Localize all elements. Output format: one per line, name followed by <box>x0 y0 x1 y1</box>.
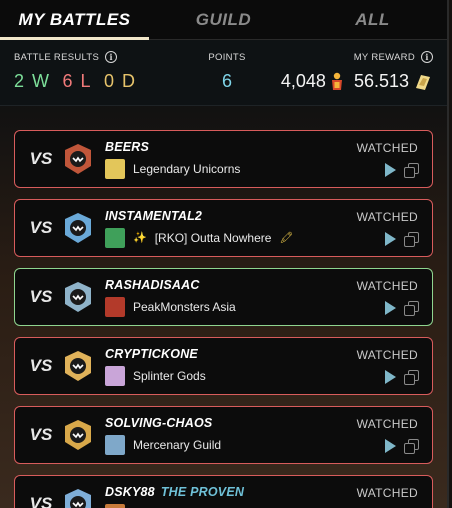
vs-label: VS <box>29 494 53 508</box>
replay-play-icon[interactable] <box>385 370 396 384</box>
opponent-avatar-icon <box>65 351 91 381</box>
battle-row[interactable]: VS INSTAMENTAL2 ✨ [RKO] Outta Nowhere 🖍 … <box>14 199 433 257</box>
player-title: THE PROVEN <box>160 484 245 499</box>
guild-crest-icon <box>105 365 125 386</box>
sps-token-icon <box>416 74 430 90</box>
stats-bar: BATTLE RESULTS i 2 W 6 L 0 D POINTS 6 MY… <box>0 40 447 106</box>
dec-token-icon <box>331 72 342 90</box>
guild-crest-icon <box>105 503 125 508</box>
draws-count: 0 D <box>104 71 137 91</box>
losses-count: 6 L <box>62 71 93 91</box>
copy-link-icon[interactable] <box>404 163 419 178</box>
guild-crest-icon <box>105 158 125 179</box>
wins-count: 2 W <box>14 71 51 91</box>
vs-label: VS <box>29 218 53 237</box>
opponent-name[interactable]: BEERS <box>105 140 149 154</box>
watched-status: WATCHED <box>356 141 418 155</box>
battle-row[interactable]: VS BEERS Legendary Unicorns WATCHED <box>14 130 433 188</box>
watched-status: WATCHED <box>356 417 418 431</box>
info-icon[interactable]: i <box>105 51 118 63</box>
tab-all[interactable]: ALL <box>298 0 447 39</box>
guild-name[interactable]: Mercenary Guild <box>133 438 221 452</box>
battle-history-panel: MY BATTLES GUILD ALL BATTLE RESULTS i 2 … <box>0 0 449 508</box>
battle-results: BATTLE RESULTS i 2 W 6 L 0 D <box>14 50 151 105</box>
copy-link-icon[interactable] <box>404 439 419 454</box>
vs-label: VS <box>29 425 53 444</box>
vs-label: VS <box>29 287 53 306</box>
dec-reward-value: 4,048 <box>280 71 326 91</box>
guild-crest-icon <box>105 296 125 317</box>
copy-link-icon[interactable] <box>404 301 419 316</box>
copy-link-icon[interactable] <box>404 370 419 385</box>
opponent-name[interactable]: RASHADISAAC <box>105 278 200 292</box>
info-icon[interactable]: i <box>421 51 433 63</box>
replay-play-icon[interactable] <box>385 163 396 177</box>
watched-status: WATCHED <box>356 486 418 500</box>
my-reward: MY REWARD i 4,048 56.513 <box>281 50 433 105</box>
watched-status: WATCHED <box>356 279 418 293</box>
guild-name[interactable]: [RKO] Outta Nowhere <box>155 231 272 245</box>
crayon-icon: 🖍 <box>279 232 294 244</box>
watched-status: WATCHED <box>356 348 418 362</box>
tab-bar: MY BATTLES GUILD ALL <box>0 0 447 40</box>
opponent-name[interactable]: SOLVING-CHAOS <box>105 416 212 430</box>
replay-play-icon[interactable] <box>385 232 396 246</box>
watched-status: WATCHED <box>356 210 418 224</box>
tab-my-battles[interactable]: MY BATTLES <box>0 0 149 40</box>
guild-crest-icon <box>105 434 125 455</box>
battle-list: VS BEERS Legendary Unicorns WATCHED VS I… <box>0 106 447 508</box>
battle-row[interactable]: VS RASHADISAAC PeakMonsters Asia WATCHED <box>14 268 433 326</box>
points-label: POINTS <box>208 51 246 63</box>
battle-row[interactable]: VS SOLVING-CHAOS Mercenary Guild WATCHED <box>14 406 433 464</box>
opponent-avatar-icon <box>65 144 91 174</box>
vs-label: VS <box>29 149 53 168</box>
opponent-avatar-icon <box>65 420 91 450</box>
battle-results-label: BATTLE RESULTS <box>14 51 100 63</box>
opponent-avatar-icon <box>65 489 91 508</box>
battle-row[interactable]: VS DSKY88 THE PROVEN WATCHED <box>14 475 433 508</box>
guild-name[interactable]: PeakMonsters Asia <box>133 300 236 314</box>
opponent-name[interactable]: DSKY88 <box>105 485 155 499</box>
points-value: 6 <box>222 71 233 91</box>
replay-play-icon[interactable] <box>385 301 396 315</box>
replay-play-icon[interactable] <box>385 439 396 453</box>
battle-row[interactable]: VS CRYPTICKONE Splinter Gods WATCHED <box>14 337 433 395</box>
points: POINTS 6 <box>173 50 281 105</box>
opponent-name[interactable]: CRYPTICKONE <box>105 347 198 361</box>
vs-label: VS <box>29 356 53 375</box>
guild-name[interactable]: Legendary Unicorns <box>133 162 240 176</box>
opponent-avatar-icon <box>65 213 91 243</box>
opponent-avatar-icon <box>65 282 91 312</box>
tab-guild[interactable]: GUILD <box>149 0 298 39</box>
reward-label: MY REWARD <box>353 51 415 63</box>
guild-name[interactable]: Splinter Gods <box>133 369 206 383</box>
opponent-name[interactable]: INSTAMENTAL2 <box>105 209 202 223</box>
copy-link-icon[interactable] <box>404 232 419 247</box>
guild-crest-icon <box>105 227 125 248</box>
sps-reward-value: 56.513 <box>353 71 409 91</box>
sparkles-icon: ✨ <box>133 232 147 244</box>
